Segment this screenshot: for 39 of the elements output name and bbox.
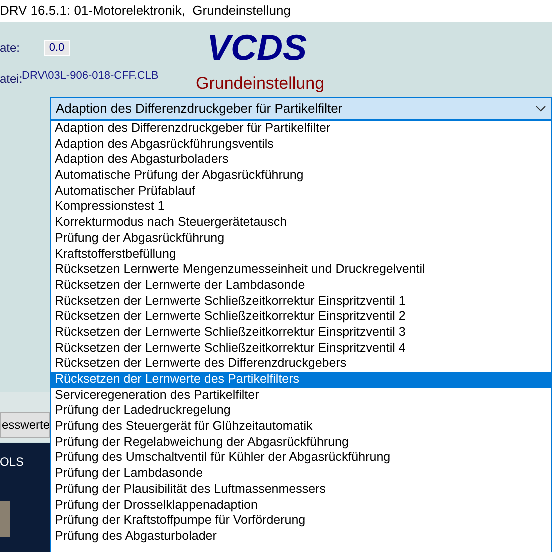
file-label: atei: <box>0 72 23 88</box>
window-title: DRV 16.5.1: 01-Motorelektronik, Grundeinstellung <box>0 2 291 20</box>
list-item[interactable]: Prüfung des Umschaltventil für Kühler der Abgasrückführung <box>51 450 551 466</box>
list-item[interactable]: Prüfung der Abgasrückführung <box>51 230 551 246</box>
list-item[interactable]: Prüfung der Regelabweichung der Abgasrückführung <box>51 434 551 450</box>
list-item[interactable]: Serviceregeneration des Partikelfilter <box>51 388 551 404</box>
file-path: DRV\03L-906-018-CFF.CLB <box>22 69 159 84</box>
photo-placeholder <box>0 501 10 537</box>
logo: VCDS <box>207 28 308 68</box>
list-item[interactable]: Prüfung des Steuergerät für Glühzeitautomatik <box>51 419 551 435</box>
list-item[interactable]: Prüfung der Lambdasonde <box>51 466 551 482</box>
list-item[interactable]: Adaption des Differenzdruckgeber für Partikelfilter <box>51 121 551 137</box>
rate-label: ate: <box>0 40 20 57</box>
list-item[interactable]: Kraftstofferstbefüllung <box>51 246 551 262</box>
list-item[interactable]: Automatischer Prüfablauf <box>51 184 551 200</box>
list-item[interactable]: Rücksetzen der Lernwerte des Partikelfilters <box>51 372 551 388</box>
desktop-icon-label: OLS <box>0 454 24 471</box>
dropdown[interactable]: Adaption des Differenzdruckgeber für Partikelfilter <box>50 97 552 120</box>
list-item[interactable]: Prüfung der Drosselklappenadaption <box>51 498 551 514</box>
list-item[interactable]: Rücksetzen der Lernwerte des Differenzdruckgebers <box>51 356 551 372</box>
list-item[interactable]: Rücksetzen der Lernwerte Schließzeitkorrektur Einspritzventil 1 <box>51 294 551 310</box>
list-item[interactable]: Automatische Prüfung der Abgasrückführung <box>51 168 551 184</box>
list-item[interactable]: Prüfung der Plausibilität des Luftmassenmessers <box>51 482 551 498</box>
list-item[interactable]: Prüfung der Ladedruckregelung <box>51 403 551 420</box>
list-item[interactable]: Rücksetzen Lernwerte Mengenzumesseinheit und Druckregelventil <box>51 262 551 278</box>
list-item[interactable]: Prüfung des Abgasturbolader <box>51 528 551 545</box>
list-item[interactable]: Prüfung der Kraftstoffpumpe für Vorförderung <box>51 513 551 529</box>
rate-field[interactable]: 0.0 <box>44 40 70 56</box>
measure-button[interactable]: esswerte <box>0 412 50 438</box>
list-item[interactable]: Korrekturmodus nach Steuergerätetausch <box>51 215 551 231</box>
list-item[interactable]: Rücksetzen der Lernwerte Schließzeitkorrektur Einspritzventil 4 <box>51 340 551 356</box>
list-item[interactable]: Rücksetzen der Lernwerte der Lambdasonde <box>51 278 551 294</box>
list-item[interactable]: Kompressionstest 1 <box>51 199 551 216</box>
list-item[interactable]: Rücksetzen der Lernwerte Schließzeitkorrektur Einspritzventil 3 <box>51 324 551 341</box>
list-item[interactable]: Adaption des Abgasturboladers <box>51 152 551 168</box>
chevron-down-icon <box>536 106 546 112</box>
list-item[interactable]: Adaption des Abgasrückführungsventils <box>51 136 551 152</box>
subtitle: Grundeinstellung <box>196 73 325 95</box>
list-item[interactable]: Rücksetzen der Lernwerte Schließzeitkorrektur Einspritzventil 2 <box>51 309 551 325</box>
